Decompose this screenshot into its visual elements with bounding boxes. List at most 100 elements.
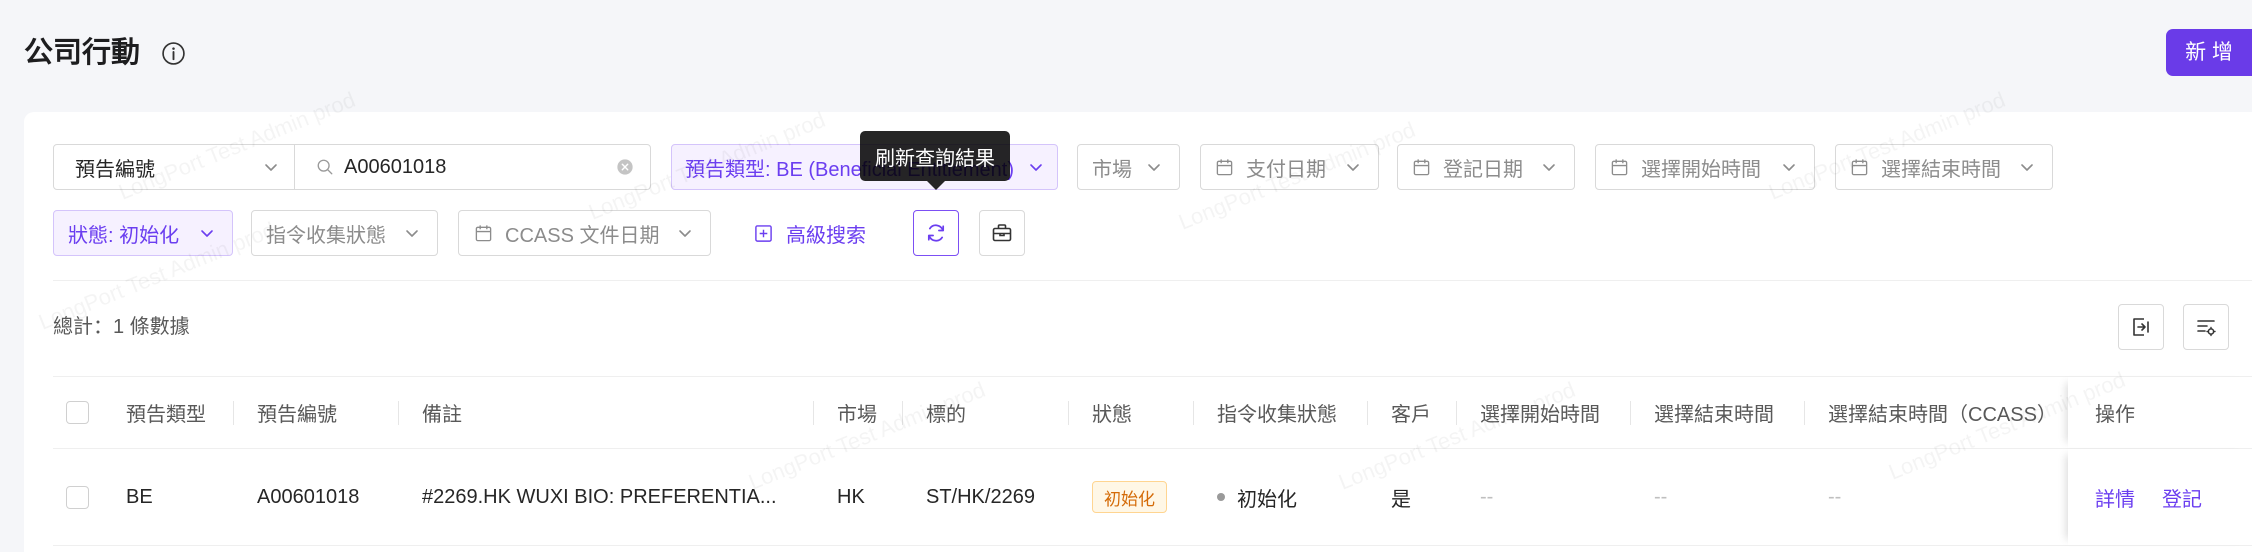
chevron-down-icon bbox=[1542, 160, 1556, 174]
column-header-label: 備註 bbox=[422, 404, 462, 426]
search-field-select[interactable]: 預告編號 bbox=[54, 145, 295, 189]
chevron-down-icon bbox=[678, 226, 692, 240]
cell-market: HK bbox=[813, 449, 902, 545]
calendar-icon bbox=[1412, 158, 1431, 177]
toolbox-icon bbox=[990, 221, 1014, 245]
details-link[interactable]: 詳情 bbox=[2095, 483, 2135, 512]
export-icon bbox=[2129, 315, 2153, 339]
column-header-label: 標的 bbox=[926, 404, 966, 426]
column-header-label: 狀態 bbox=[1092, 404, 1132, 426]
column-header-underlying: 標的 bbox=[902, 377, 1068, 448]
chevron-down-icon bbox=[1346, 160, 1360, 174]
register-link[interactable]: 登記 bbox=[2162, 483, 2202, 512]
chevron-down-icon bbox=[1782, 160, 1796, 174]
column-settings-button[interactable] bbox=[2183, 304, 2229, 350]
filter-divider bbox=[53, 280, 2252, 281]
cell-underlying: ST/HK/2269 bbox=[902, 449, 1068, 545]
column-header-label: 指令收集狀態 bbox=[1217, 404, 1337, 426]
calendar-icon bbox=[474, 224, 493, 243]
search-icon bbox=[316, 158, 334, 176]
select-end-ccass: -- bbox=[1828, 485, 1842, 508]
info-icon[interactable] bbox=[161, 41, 186, 66]
cell-select-start: -- bbox=[1456, 449, 1630, 545]
search-group: 預告編號 A00601018 bbox=[53, 144, 651, 190]
table-row: BE A00601018 #2269.HK WUXI BIO: PREFEREN… bbox=[53, 449, 2252, 546]
page-title: 公司行動 bbox=[24, 37, 141, 69]
plus-square-icon bbox=[754, 224, 773, 243]
column-header-label: 操作 bbox=[2095, 404, 2135, 426]
cell-notice-type: BE bbox=[102, 449, 233, 545]
column-header-label: 市場 bbox=[837, 404, 877, 426]
row-checkbox[interactable] bbox=[66, 485, 89, 509]
record-date-picker[interactable]: 登記日期 bbox=[1397, 144, 1575, 190]
clear-icon[interactable] bbox=[616, 158, 634, 176]
cell-client: 是 bbox=[1367, 449, 1456, 545]
column-header-notice-no: 預告編號 bbox=[233, 377, 398, 448]
cell-select-end: -- bbox=[1630, 449, 1804, 545]
add-button[interactable]: 新 增 bbox=[2166, 29, 2252, 76]
cell-actions: 詳情 登記 bbox=[2068, 449, 2252, 545]
column-header-actions: 操作 bbox=[2068, 377, 2252, 448]
column-header-label: 預告編號 bbox=[257, 404, 337, 426]
chevron-down-icon bbox=[1029, 160, 1043, 174]
cell-instruction-status: 初始化 bbox=[1193, 449, 1367, 545]
column-header-select-end-ccass: 選擇結束時間（CCASS） bbox=[1804, 377, 2068, 448]
search-input[interactable]: A00601018 bbox=[295, 145, 650, 189]
advanced-search-label: 高級搜索 bbox=[786, 224, 866, 247]
select-all-cell bbox=[53, 377, 102, 448]
status-select[interactable]: 狀態: 初始化 bbox=[53, 210, 233, 256]
chevron-down-icon bbox=[1147, 160, 1161, 174]
toolbox-button[interactable] bbox=[979, 210, 1025, 256]
status-value: 狀態: 初始化 bbox=[68, 224, 180, 247]
search-input-value: A00601018 bbox=[344, 155, 447, 178]
select-start-time-picker[interactable]: 選擇開始時間 bbox=[1595, 144, 1815, 190]
calendar-icon bbox=[1850, 158, 1869, 177]
advanced-search-link[interactable]: 高級搜索 bbox=[754, 210, 866, 256]
total-count: 總計：1 條數據 bbox=[53, 316, 190, 338]
instruction-status-select[interactable]: 指令收集狀態 bbox=[251, 210, 438, 256]
notice-type: BE bbox=[126, 485, 153, 508]
payment-date-placeholder: 支付日期 bbox=[1246, 158, 1326, 181]
chevron-down-icon bbox=[405, 226, 419, 240]
select-end-time-placeholder: 選擇結束時間 bbox=[1881, 158, 2001, 181]
refresh-tooltip-text: 刷新查詢結果 bbox=[875, 147, 995, 170]
cell-status: 初始化 bbox=[1068, 449, 1193, 545]
column-header-label: 選擇結束時間（CCASS） bbox=[1828, 404, 2057, 426]
cell-remark: #2269.HK WUXI BIO: PREFERENTIA... bbox=[398, 449, 813, 545]
chevron-down-icon bbox=[200, 226, 214, 240]
column-header-market: 市場 bbox=[813, 377, 902, 448]
corporate-actions-table: 預告類型 預告編號 備註 市場 標的 狀態 指令收集狀態 客戶 選擇開始時間 選… bbox=[53, 376, 2252, 546]
select-end-time-picker[interactable]: 選擇結束時間 bbox=[1835, 144, 2053, 190]
tooltip-arrow bbox=[927, 181, 945, 190]
export-button[interactable] bbox=[2118, 304, 2164, 350]
select-start-time-placeholder: 選擇開始時間 bbox=[1641, 158, 1761, 181]
select-all-checkbox[interactable] bbox=[66, 401, 89, 424]
market: HK bbox=[837, 485, 865, 508]
underlying: ST/HK/2269 bbox=[926, 485, 1035, 508]
column-header-label: 選擇結束時間 bbox=[1654, 404, 1774, 426]
column-header-status: 狀態 bbox=[1068, 377, 1193, 448]
column-header-select-start: 選擇開始時間 bbox=[1456, 377, 1630, 448]
table-header-row: 預告類型 預告編號 備註 市場 標的 狀態 指令收集狀態 客戶 選擇開始時間 選… bbox=[53, 376, 2252, 449]
column-header-notice-type: 預告類型 bbox=[102, 377, 233, 448]
column-header-remark: 備註 bbox=[398, 377, 813, 448]
status-badge: 初始化 bbox=[1092, 481, 1167, 513]
ccass-date-placeholder: CCASS 文件日期 bbox=[505, 224, 660, 247]
calendar-icon bbox=[1610, 158, 1629, 177]
cell-select-end-ccass: -- bbox=[1804, 449, 2068, 545]
ccass-date-picker[interactable]: CCASS 文件日期 bbox=[458, 210, 711, 256]
market-placeholder: 市場 bbox=[1092, 158, 1132, 181]
select-start: -- bbox=[1480, 485, 1494, 508]
notice-no: A00601018 bbox=[257, 485, 360, 508]
search-field-label: 預告編號 bbox=[75, 158, 155, 181]
row-select-cell bbox=[53, 449, 102, 545]
market-select[interactable]: 市場 bbox=[1077, 144, 1180, 190]
refresh-button[interactable] bbox=[913, 210, 959, 256]
column-header-label: 選擇開始時間 bbox=[1480, 404, 1600, 426]
chevron-down-icon bbox=[2020, 160, 2034, 174]
client: 是 bbox=[1391, 488, 1411, 511]
calendar-icon bbox=[1215, 158, 1234, 177]
payment-date-picker[interactable]: 支付日期 bbox=[1200, 144, 1379, 190]
chevron-down-icon bbox=[264, 160, 278, 174]
select-end: -- bbox=[1654, 485, 1668, 508]
